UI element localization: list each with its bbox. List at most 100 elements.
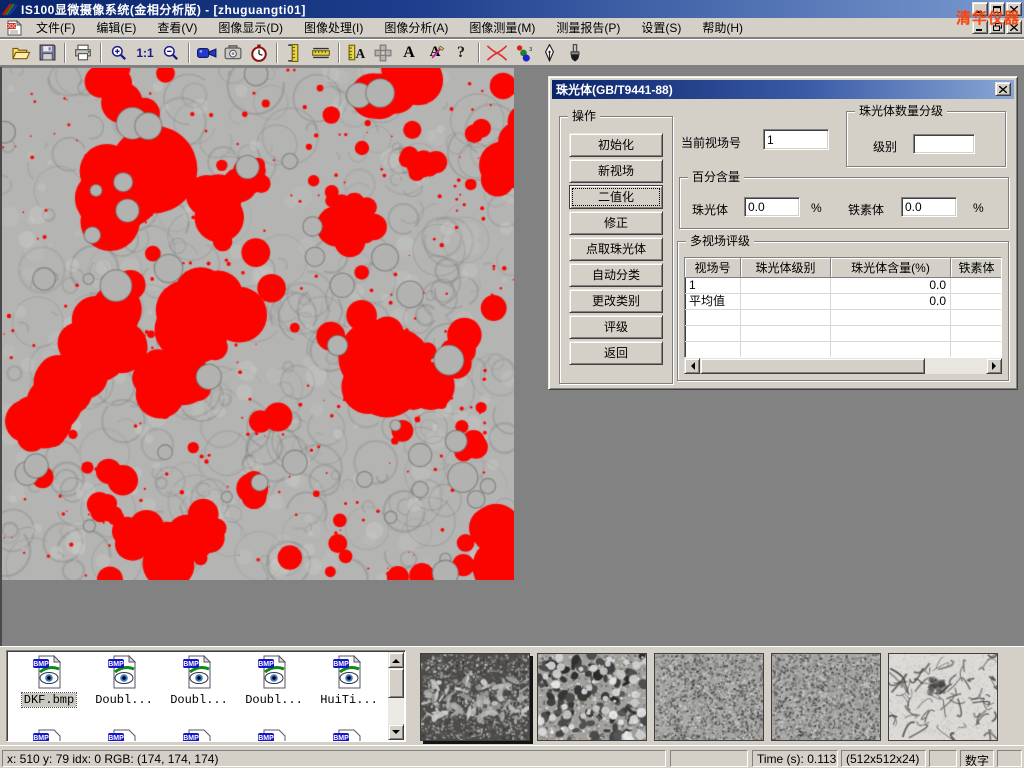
file-item[interactable]: BMP Doubl... xyxy=(163,655,235,707)
svg-text:BMP: BMP xyxy=(333,735,349,742)
file-item[interactable]: BMP DKF.bmp xyxy=(13,655,85,707)
ruler-icon[interactable] xyxy=(308,41,334,65)
header-field-no: 视场号 xyxy=(685,258,741,278)
file-name[interactable]: DKF.bmp xyxy=(22,693,76,707)
file-item[interactable]: BMP HuiTi... xyxy=(313,655,385,707)
annotate-icon[interactable]: A xyxy=(422,41,448,65)
app-logo-icon xyxy=(2,2,18,16)
maximize-button[interactable] xyxy=(989,2,1005,16)
curve-tool-icon[interactable] xyxy=(484,41,510,65)
rate-button[interactable]: 评级 xyxy=(569,315,663,339)
ferrite-percent-input[interactable] xyxy=(901,197,957,217)
minimize-button[interactable] xyxy=(972,2,988,16)
zoom-in-icon[interactable] xyxy=(106,41,132,65)
status-coordinates: x: 510 y: 79 idx: 0 RGB: (174, 174, 174) xyxy=(2,750,666,767)
thumbnail-image[interactable] xyxy=(420,653,530,741)
document-icon[interactable]: DOC xyxy=(6,20,24,36)
print-icon[interactable] xyxy=(70,41,96,65)
init-button[interactable]: 初始化 xyxy=(569,133,663,157)
thumbnail-image[interactable] xyxy=(888,653,998,741)
thumbnail-image[interactable] xyxy=(654,653,764,741)
toolbar: 1:1 xyxy=(0,39,1024,66)
table-horizontal-scrollbar[interactable] xyxy=(684,358,1002,374)
grade-label: 级别 xyxy=(873,138,897,155)
scrollbar-track[interactable] xyxy=(925,358,986,374)
pick-pearlite-button[interactable]: 点取珠光体 xyxy=(569,237,663,261)
timer-icon[interactable] xyxy=(246,41,272,65)
scroll-left-button[interactable] xyxy=(684,358,700,374)
grid-icon[interactable] xyxy=(370,41,396,65)
camera-icon[interactable] xyxy=(220,41,246,65)
current-field-label: 当前视场号 xyxy=(681,134,741,151)
help-icon[interactable]: ? xyxy=(448,41,474,65)
table-row[interactable]: 平均值 0.0 xyxy=(685,294,1001,310)
actual-size-icon[interactable]: 1:1 xyxy=(132,41,158,65)
scrollbar-thumb[interactable] xyxy=(388,668,404,698)
close-button[interactable] xyxy=(1006,2,1022,16)
video-camera-icon[interactable] xyxy=(194,41,220,65)
correct-button[interactable]: 修正 xyxy=(569,211,663,235)
text-icon[interactable]: A xyxy=(396,41,422,65)
dialog-title-bar[interactable]: 珠光体(GB/T9441-88) xyxy=(552,80,1014,99)
menu-image-processing[interactable]: 图像处理(I) xyxy=(296,17,371,38)
table-row-empty xyxy=(685,326,1001,342)
file-item[interactable]: BMP Doubl... xyxy=(88,655,160,707)
file-name[interactable]: Doubl... xyxy=(168,693,230,707)
file-name[interactable]: HuiTi... xyxy=(318,693,380,707)
mdi-minimize-button[interactable] xyxy=(972,20,988,34)
menu-help[interactable]: 帮助(H) xyxy=(694,17,751,38)
scroll-down-button[interactable] xyxy=(388,724,404,740)
new-field-button[interactable]: 新视场 xyxy=(569,159,663,183)
pearlite-dialog: 珠光体(GB/T9441-88) 操作 初始化 新视场 二值化 修正 点取珠光体… xyxy=(548,76,1018,390)
menu-edit[interactable]: 编辑(E) xyxy=(88,17,144,38)
svg-text:BMP: BMP xyxy=(108,661,124,668)
file-name[interactable]: Doubl... xyxy=(243,693,305,707)
table-row-empty xyxy=(685,310,1001,326)
rating-table-header: 视场号 珠光体级别 珠光体含量(%) 铁素体 xyxy=(685,258,1001,278)
menu-image-display[interactable]: 图像显示(D) xyxy=(210,17,291,38)
table-row[interactable]: 1 0.0 xyxy=(685,278,1001,294)
scroll-up-button[interactable] xyxy=(388,652,404,668)
menu-image-measure[interactable]: 图像测量(M) xyxy=(461,17,543,38)
grade-input[interactable] xyxy=(913,134,975,154)
zoom-out-icon[interactable] xyxy=(158,41,184,65)
svg-text:BMP: BMP xyxy=(183,661,199,668)
menu-file[interactable]: 文件(F) xyxy=(28,17,83,38)
pearlite-percent-input[interactable] xyxy=(744,197,800,217)
mdi-close-button[interactable] xyxy=(1006,20,1022,34)
brush-icon[interactable] xyxy=(562,41,588,65)
ferrite-percent-unit: % xyxy=(973,201,984,215)
dialog-close-button[interactable] xyxy=(995,82,1011,96)
change-class-button[interactable]: 更改类别 xyxy=(569,289,663,313)
file-item[interactable]: BMP Doubl... xyxy=(238,655,310,707)
thumbnail-image[interactable] xyxy=(771,653,881,741)
binarize-button[interactable]: 二值化 xyxy=(569,185,663,209)
scroll-right-button[interactable] xyxy=(986,358,1002,374)
save-icon[interactable] xyxy=(34,41,60,65)
metallograph-image[interactable] xyxy=(2,68,514,580)
multi-group-title: 多视场评级 xyxy=(686,234,754,248)
file-list[interactable]: BMP DKF.bmp BMP Doubl... xyxy=(6,650,406,742)
auto-classify-button[interactable]: 自动分类 xyxy=(569,263,663,287)
toolbar-separator xyxy=(100,43,102,63)
current-field-input[interactable] xyxy=(763,129,829,150)
thumbnail-image[interactable] xyxy=(537,653,647,741)
cell-content: 0.0 xyxy=(831,294,951,310)
mdi-restore-button[interactable] xyxy=(989,20,1005,34)
color-classify-icon[interactable]: 3 xyxy=(510,41,536,65)
file-name[interactable]: Doubl... xyxy=(93,693,155,707)
caliper-icon[interactable] xyxy=(282,41,308,65)
scrollbar-thumb[interactable] xyxy=(700,358,925,374)
menu-measure-report[interactable]: 测量报告(P) xyxy=(548,17,628,38)
menu-image-analysis[interactable]: 图像分析(A) xyxy=(376,17,456,38)
menu-settings[interactable]: 设置(S) xyxy=(633,17,689,38)
bmp-file-icon: BMP xyxy=(182,655,216,689)
measure-text-icon[interactable]: A xyxy=(344,41,370,65)
pen-icon[interactable] xyxy=(536,41,562,65)
menu-view[interactable]: 查看(V) xyxy=(149,17,205,38)
return-button[interactable]: 返回 xyxy=(569,341,663,365)
operations-group: 操作 初始化 新视场 二值化 修正 点取珠光体 自动分类 更改类别 评级 返回 xyxy=(559,116,673,384)
file-list-scrollbar[interactable] xyxy=(388,652,404,740)
open-icon[interactable] xyxy=(8,41,34,65)
rating-table[interactable]: 视场号 珠光体级别 珠光体含量(%) 铁素体 1 0.0 平均值 0.0 xyxy=(684,257,1002,358)
